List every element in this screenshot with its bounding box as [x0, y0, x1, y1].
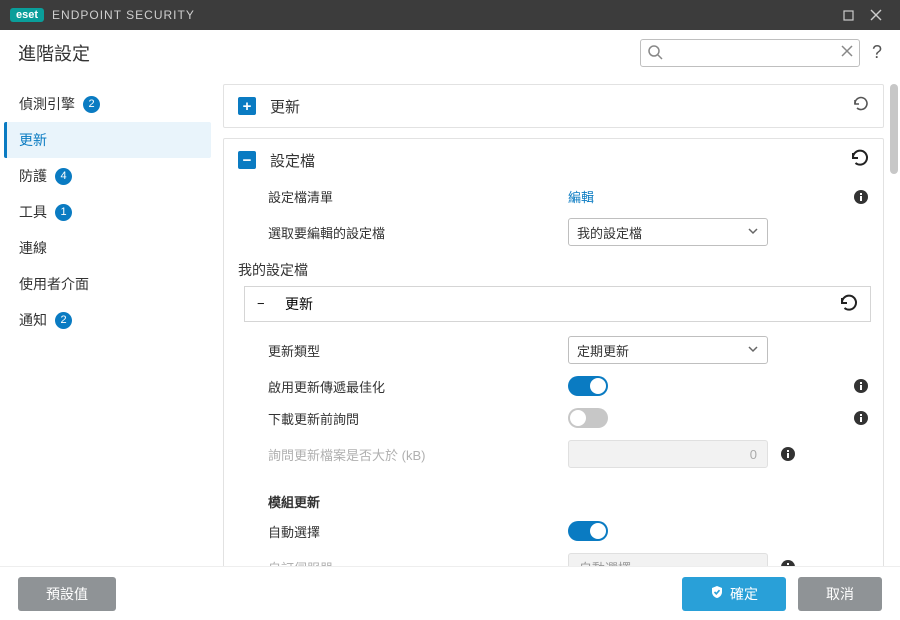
sidebar-item-connection[interactable]: 連線: [4, 230, 211, 266]
search-icon: [647, 44, 663, 65]
delivery-optimization-toggle[interactable]: [568, 376, 608, 396]
help-button[interactable]: ?: [872, 42, 882, 63]
content-scrollbar[interactable]: [890, 84, 898, 558]
select-value: 定期更新: [577, 341, 629, 360]
row-delivery-optimization: 啟用更新傳遞最佳化: [224, 370, 883, 402]
sidebar-item-detection-engine[interactable]: 偵測引擎 2: [4, 86, 211, 122]
sidebar: 偵測引擎 2 更新 防護 4 工具 1 連線 使用者介面 通知 2: [0, 76, 215, 566]
sidebar-item-label: 更新: [19, 130, 47, 150]
sidebar-item-notifications[interactable]: 通知 2: [4, 302, 211, 338]
row-label: 更新類型: [268, 341, 568, 360]
undo-icon[interactable]: [849, 148, 869, 172]
sidebar-badge: 2: [55, 312, 72, 329]
scrollbar-thumb[interactable]: [890, 84, 898, 174]
sub-header-my-profile: 我的設定檔: [224, 252, 883, 282]
row-update-type: 更新類型 定期更新: [224, 330, 883, 370]
custom-server-input: 自動選擇: [568, 553, 768, 566]
chevron-down-icon: [747, 225, 759, 240]
row-label: 自訂伺服器: [268, 558, 568, 567]
sidebar-item-label: 工具: [19, 202, 47, 222]
sidebar-item-label: 防護: [19, 166, 47, 186]
search-input[interactable]: [640, 39, 860, 67]
sidebar-item-label: 使用者介面: [19, 274, 89, 294]
text-value: 自動選擇: [579, 558, 631, 567]
panel-title: 設定檔: [270, 150, 315, 171]
brand-logo: eset: [10, 8, 44, 22]
defaults-button[interactable]: 預設值: [18, 577, 116, 611]
row-ask-before-download: 下載更新前詢問: [224, 402, 883, 434]
shield-check-icon: [710, 585, 724, 602]
row-label: 啟用更新傳遞最佳化: [268, 377, 568, 396]
search-field-wrapper: [640, 39, 860, 67]
sidebar-item-label: 連線: [19, 238, 47, 258]
title-bar: eset ENDPOINT SECURITY: [0, 0, 900, 30]
undo-icon[interactable]: [851, 95, 869, 117]
row-label: 選取要編輯的設定檔: [268, 223, 568, 242]
expand-icon[interactable]: +: [238, 97, 256, 115]
select-value: 我的設定檔: [577, 223, 642, 242]
cancel-button[interactable]: 取消: [798, 577, 882, 611]
sidebar-item-tools[interactable]: 工具 1: [4, 194, 211, 230]
window-close-button[interactable]: [862, 1, 890, 29]
sidebar-item-label: 通知: [19, 310, 47, 330]
info-icon[interactable]: [780, 446, 796, 462]
info-icon[interactable]: [780, 559, 796, 566]
sub-panel-title: 更新: [285, 294, 313, 314]
panel-update-collapsed: + 更新: [223, 84, 884, 128]
section-module-update: 模組更新: [224, 474, 883, 515]
sidebar-badge: 1: [55, 204, 72, 221]
info-icon[interactable]: [853, 410, 869, 426]
ask-file-size-input: 0: [568, 440, 768, 468]
auto-select-toggle[interactable]: [568, 521, 608, 541]
sidebar-item-update[interactable]: 更新: [4, 122, 211, 158]
numeric-value: 0: [750, 447, 757, 462]
content-area: + 更新 − 設定檔 設定檔清單 編輯: [215, 76, 900, 566]
clear-search-icon[interactable]: [840, 44, 854, 63]
row-profile-list: 設定檔清單 編輯: [224, 181, 883, 212]
collapse-icon[interactable]: −: [238, 151, 256, 169]
edit-link[interactable]: 編輯: [568, 187, 594, 206]
ask-before-download-toggle[interactable]: [568, 408, 608, 428]
info-icon[interactable]: [853, 378, 869, 394]
row-custom-server: 自訂伺服器 自動選擇: [224, 547, 883, 566]
row-label: 下載更新前詢問: [268, 409, 568, 428]
panel-profile: − 設定檔 設定檔清單 編輯 選取要編輯的設定檔: [223, 138, 884, 566]
ok-button[interactable]: 確定: [682, 577, 786, 611]
info-icon[interactable]: [853, 189, 869, 205]
profile-select[interactable]: 我的設定檔: [568, 218, 768, 246]
sidebar-badge: 2: [83, 96, 100, 113]
row-label: 設定檔清單: [268, 187, 568, 206]
sub-panel-update: − 更新: [244, 286, 871, 322]
page-title: 進階設定: [18, 40, 90, 66]
product-name: ENDPOINT SECURITY: [52, 8, 195, 22]
panel-title: 更新: [270, 96, 300, 117]
row-auto-select: 自動選擇: [224, 515, 883, 547]
header-bar: 進階設定 ?: [0, 30, 900, 76]
row-select-profile: 選取要編輯的設定檔 我的設定檔: [224, 212, 883, 252]
sidebar-item-ui[interactable]: 使用者介面: [4, 266, 211, 302]
sidebar-item-protection[interactable]: 防護 4: [4, 158, 211, 194]
ok-button-label: 確定: [730, 584, 758, 604]
row-ask-file-size: 詢問更新檔案是否大於 (kB) 0: [224, 434, 883, 474]
undo-icon[interactable]: [838, 293, 858, 316]
footer-bar: 預設值 確定 取消: [0, 566, 900, 620]
window-maximize-button[interactable]: [834, 1, 862, 29]
sidebar-badge: 4: [55, 168, 72, 185]
row-label: 詢問更新檔案是否大於 (kB): [268, 445, 568, 464]
row-label: 自動選擇: [268, 522, 568, 541]
collapse-icon[interactable]: −: [257, 296, 273, 312]
sidebar-item-label: 偵測引擎: [19, 94, 75, 114]
chevron-down-icon: [747, 343, 759, 358]
update-type-select[interactable]: 定期更新: [568, 336, 768, 364]
